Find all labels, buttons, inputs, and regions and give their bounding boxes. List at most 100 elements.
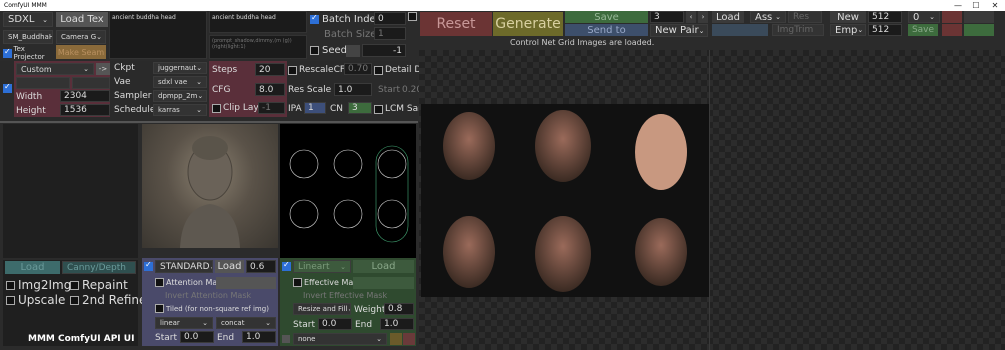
invert-attention-mask-label[interactable]: Invert Attention Mask — [165, 291, 251, 300]
decrement-button[interactable]: ‹ — [686, 11, 696, 23]
size-height-input[interactable]: 1536 — [60, 104, 110, 116]
ipa-input[interactable]: 1 — [304, 102, 326, 114]
load-tex-button[interactable]: Load Tex — [56, 12, 108, 27]
steps-label: Steps — [212, 65, 238, 75]
cn-pre-toggle[interactable] — [282, 335, 290, 343]
img-trim-select[interactable]: ImgTrim — [772, 24, 824, 36]
reset-button[interactable]: Reset — [420, 12, 492, 36]
seed-input[interactable]: -1 — [362, 44, 406, 57]
generate-button[interactable]: Generate — [493, 12, 563, 36]
count-select[interactable]: 0 ⌄ — [908, 11, 940, 23]
ckpt-select[interactable]: juggernaut ⌄ — [153, 62, 207, 74]
ipa-load-button[interactable]: Load — [215, 260, 244, 273]
tex-projector-toggle[interactable]: Tex Projector — [3, 45, 55, 61]
left-load-button[interactable]: Load — [5, 261, 60, 274]
refine-toggle[interactable]: 2nd Refine — [70, 293, 146, 307]
swap-button[interactable]: -> — [96, 63, 110, 75]
invert-effective-mask-label[interactable]: Invert Effective Mask — [303, 291, 387, 300]
sampler-select[interactable]: dpmpp_2m ⌄ — [153, 90, 207, 102]
positive-prompt-2[interactable]: ancient buddha head — [209, 11, 307, 33]
input-image-slot[interactable] — [3, 124, 138, 258]
lcm-checkbox[interactable] — [374, 104, 383, 114]
pair-count-input[interactable]: 3 — [650, 11, 684, 23]
model-select[interactable]: SDXL ⌄ — [3, 12, 53, 27]
img2img-toggle[interactable]: Img2Img — [6, 278, 71, 292]
width-input[interactable]: 512 — [868, 11, 902, 23]
steps-input[interactable]: 20 — [255, 63, 285, 76]
clip-layer-input[interactable]: -1 — [258, 102, 285, 114]
negative-prompt[interactable]: (prompt_shadow,dimmy,(m (g))(right(light… — [209, 35, 307, 59]
attention-mask-select[interactable] — [216, 277, 276, 289]
make-seam-button[interactable]: Make Seam — [56, 45, 106, 59]
cn-extra-button-2[interactable] — [403, 333, 415, 345]
effective-mask-toggle[interactable]: Effective Mask — [293, 278, 362, 287]
ipa-weight-input[interactable]: 0.6 — [246, 260, 276, 273]
ass-select[interactable]: Ass ⌄ — [750, 11, 786, 23]
repaint-toggle[interactable]: Repaint — [70, 278, 128, 292]
cn-start-input[interactable]: 0.0 — [318, 318, 352, 330]
lora-select[interactable]: SM_BuddhaHe — [3, 30, 53, 44]
size-checkbox[interactable] — [3, 82, 12, 96]
chevron-down-icon: ⌄ — [197, 92, 204, 100]
red-button-1[interactable] — [942, 11, 962, 23]
cn-type-select[interactable]: Lineart ⌄ — [293, 260, 351, 273]
send-to-secondary[interactable] — [712, 24, 768, 36]
cn-enable-checkbox[interactable] — [282, 260, 291, 274]
upscale-toggle[interactable]: Upscale — [6, 293, 65, 307]
ipa-start-input[interactable]: 0.0 — [180, 331, 214, 343]
ipa-end-input[interactable]: 1.0 — [242, 331, 276, 343]
batch-index-extra-checkbox[interactable] — [408, 12, 417, 21]
clip-layer-checkbox[interactable] — [212, 103, 221, 113]
gray-button[interactable] — [964, 11, 994, 23]
batch-index-checkbox[interactable] — [310, 13, 319, 24]
left-cn-select[interactable]: Canny/Depth — [62, 261, 136, 274]
tiled-toggle[interactable]: Tiled (for non-square ref img) — [155, 304, 269, 313]
camera-select[interactable]: Camera G ⌄ — [56, 30, 106, 44]
positive-prompt[interactable]: ancient buddha head — [109, 11, 207, 59]
detail-checkbox[interactable] — [374, 65, 383, 75]
cn-resize-select[interactable]: Resize and Fill⌄ — [293, 303, 351, 315]
cn-end-input[interactable]: 1.0 — [380, 318, 414, 330]
rescale-input[interactable]: 0.70 — [344, 63, 372, 75]
ipa-mode-select[interactable]: linear ⌄ — [155, 317, 213, 329]
aspect-select[interactable] — [16, 77, 70, 89]
res-scale-input[interactable]: 1.0 — [334, 83, 372, 96]
upscale-label: Upscale — [18, 293, 66, 307]
red-button-2[interactable] — [942, 24, 962, 36]
save-secondary-button[interactable]: Save — [908, 24, 938, 36]
preset-select[interactable]: Custom ⌄ — [16, 63, 94, 75]
batch-index-input[interactable]: 0 — [374, 12, 406, 25]
minimize-icon[interactable]: — — [950, 0, 966, 11]
orientation-select[interactable] — [72, 77, 110, 89]
cn-extra-button-1[interactable] — [390, 333, 402, 345]
scheduler-select[interactable]: karras ⌄ — [153, 104, 207, 116]
effective-mask-select[interactable] — [353, 277, 414, 289]
batch-size-input[interactable]: 1 — [374, 27, 406, 40]
cn-preprocessor-select[interactable]: none ⌄ — [293, 333, 387, 345]
load-button[interactable]: Load — [712, 11, 744, 23]
cn-weight-input[interactable]: 0.8 — [384, 303, 414, 315]
new-button[interactable]: New — [830, 11, 866, 23]
cfg-input[interactable]: 8.0 — [255, 83, 285, 96]
cn-load-button[interactable]: Load — [353, 260, 414, 273]
ipa-enable-checkbox[interactable] — [144, 260, 153, 274]
vae-select[interactable]: sdxl vae ⌄ — [153, 76, 207, 88]
rescale-checkbox[interactable] — [288, 65, 297, 75]
size-width-input[interactable]: 2304 — [60, 90, 110, 102]
ipa-type-select[interactable]: STANDARD⌄ — [155, 260, 213, 273]
seed-random-button[interactable] — [346, 45, 360, 57]
ipa-combine-select[interactable]: concat ⌄ — [216, 317, 276, 329]
increment-button[interactable]: › — [698, 11, 708, 23]
save-button[interactable]: Save — [565, 11, 648, 23]
maximize-icon[interactable]: ☐ — [968, 0, 984, 11]
res-select[interactable]: Res — [788, 11, 822, 23]
send-to-button[interactable]: Send to — [565, 24, 648, 36]
new-pair-select[interactable]: New Pair ⌄ — [650, 24, 708, 37]
height-input[interactable]: 512 — [868, 24, 902, 36]
emp-select[interactable]: Emp ⌄ — [830, 24, 866, 36]
seed-checkbox[interactable] — [310, 46, 319, 55]
window-titlebar: ComfyUI MMM — ☐ ✕ — [0, 0, 1005, 11]
green-button[interactable] — [964, 24, 994, 36]
cn-input[interactable]: 3 — [348, 102, 372, 114]
close-icon[interactable]: ✕ — [987, 0, 1003, 11]
